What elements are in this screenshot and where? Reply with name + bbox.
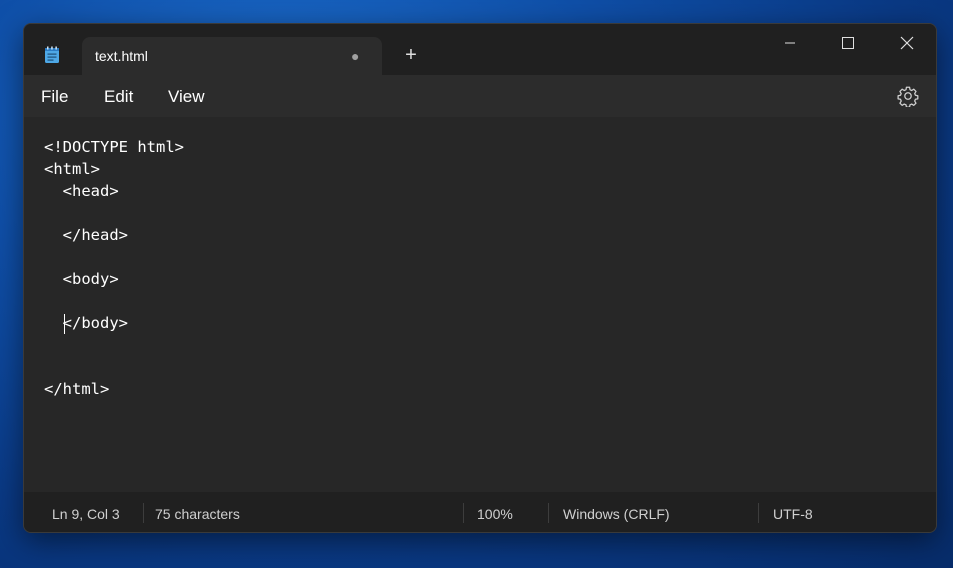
code-line: </html> (44, 380, 110, 398)
menu-edit[interactable]: Edit (104, 87, 133, 107)
notepad-icon (45, 46, 59, 63)
cursor-position[interactable]: Ln 9, Col 3 (52, 506, 120, 522)
tab-title: text.html (95, 48, 148, 64)
status-divider (143, 503, 144, 523)
code-line: </head> (44, 226, 128, 244)
zoom-level[interactable]: 100% (477, 506, 513, 522)
code-line: <body> (44, 270, 119, 288)
text-editor[interactable]: <!DOCTYPE html> <html> <head> </head> <b… (24, 117, 936, 492)
line-ending[interactable]: Windows (CRLF) (563, 506, 670, 522)
minimize-button[interactable] (767, 32, 813, 54)
new-tab-button[interactable]: + (401, 45, 421, 65)
maximize-button[interactable] (825, 32, 871, 54)
close-icon (900, 36, 914, 50)
text-caret (64, 314, 65, 334)
code-line: </body> (44, 314, 128, 332)
gear-icon[interactable] (897, 85, 919, 107)
close-button[interactable] (884, 32, 930, 54)
status-divider (463, 503, 464, 523)
menu-file[interactable]: File (41, 87, 68, 107)
status-divider (548, 503, 549, 523)
notepad-window: text.html ● + File Edit View <!DOCTYPE h… (23, 23, 937, 533)
status-divider (758, 503, 759, 523)
tab-text-html[interactable]: text.html ● (82, 37, 382, 75)
code-line: <html> (44, 160, 100, 178)
code-line: <!DOCTYPE html> (44, 138, 184, 156)
menu-view[interactable]: View (168, 87, 205, 107)
status-bar: Ln 9, Col 3 75 characters 100% Windows (… (24, 492, 936, 532)
title-bar: text.html ● + (24, 24, 936, 75)
menu-bar: File Edit View (24, 75, 936, 117)
code-line: <head> (44, 182, 119, 200)
unsaved-indicator-icon[interactable]: ● (351, 48, 359, 64)
minimize-icon (785, 42, 795, 44)
character-count: 75 characters (155, 506, 240, 522)
maximize-icon (842, 37, 854, 49)
encoding[interactable]: UTF-8 (773, 506, 813, 522)
